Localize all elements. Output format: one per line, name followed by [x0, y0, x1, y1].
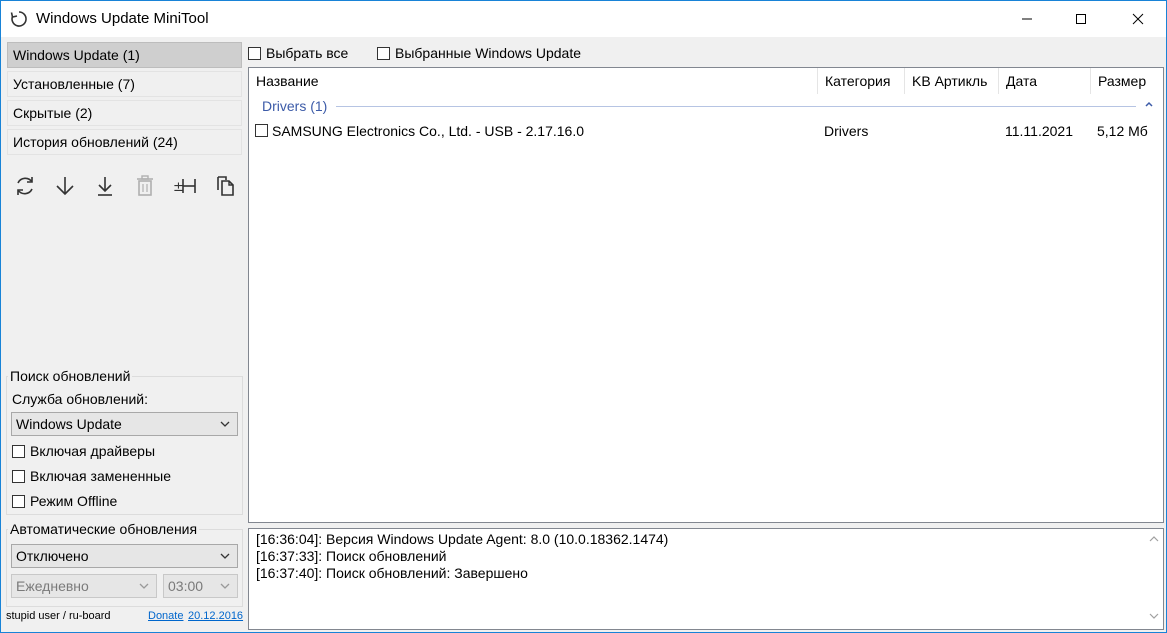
- time-dropdown: 03:00: [163, 574, 238, 598]
- chevron-down-icon: [220, 583, 230, 589]
- collapse-icon[interactable]: [1144, 99, 1154, 109]
- version-date-link[interactable]: 20.12.2016: [188, 610, 243, 622]
- search-group-label: Поиск обновлений: [8, 368, 133, 384]
- title-bar: Windows Update MiniTool: [1, 1, 1166, 37]
- select-all-label: Выбрать все: [266, 45, 349, 61]
- column-header-kb[interactable]: KB Артикль: [905, 68, 999, 94]
- include-superseded-label: Включая замененные: [30, 468, 171, 484]
- maximize-button[interactable]: [1058, 1, 1104, 37]
- minimize-button[interactable]: [1004, 1, 1050, 37]
- download-icon[interactable]: [52, 173, 78, 199]
- selected-wu-checkbox[interactable]: Выбранные Windows Update: [377, 45, 581, 61]
- auto-mode-dropdown[interactable]: Отключено: [11, 544, 238, 568]
- delete-icon: [132, 173, 158, 199]
- log-line: [16:36:04]: Версия Windows Update Agent:…: [256, 531, 669, 547]
- updates-list: Название Категория KB Артикль Дата Разме…: [248, 67, 1164, 523]
- column-header-name[interactable]: Название: [249, 68, 818, 94]
- group-header-drivers[interactable]: Drivers (1): [262, 98, 327, 114]
- chevron-down-icon: [220, 553, 230, 559]
- service-dropdown-value: Windows Update: [16, 416, 122, 432]
- hide-icon[interactable]: ±: [172, 173, 198, 199]
- window-title: Windows Update MiniTool: [36, 10, 209, 27]
- offline-mode-label: Режим Offline: [30, 493, 118, 509]
- include-drivers-label: Включая драйверы: [30, 443, 156, 459]
- log-line: [16:37:40]: Поиск обновлений: Завершено: [256, 565, 528, 581]
- selected-wu-label: Выбранные Windows Update: [395, 45, 582, 61]
- row-name[interactable]: SAMSUNG Electronics Co., Ltd. - USB - 2.…: [272, 123, 584, 139]
- log-line: [16:37:33]: Поиск обновлений: [256, 548, 447, 564]
- checkbox-box[interactable]: [12, 444, 25, 458]
- scroll-down-icon[interactable]: [1149, 611, 1159, 621]
- donate-link[interactable]: Donate: [148, 610, 183, 622]
- nav-item-windows-update[interactable]: Windows Update (1): [7, 42, 242, 68]
- copy-icon[interactable]: [212, 173, 238, 199]
- scroll-up-icon[interactable]: [1149, 534, 1159, 544]
- checkbox-box[interactable]: [248, 46, 261, 60]
- offline-mode-checkbox[interactable]: Режим Offline: [12, 493, 117, 509]
- nav-item-hidden[interactable]: Скрытые (2): [7, 100, 242, 126]
- close-button[interactable]: [1115, 1, 1161, 37]
- minimize-icon: [1022, 18, 1032, 20]
- close-icon: [1132, 13, 1144, 25]
- schedule-dropdown: Ежедневно: [11, 574, 157, 598]
- group-divider: [336, 106, 1136, 107]
- row-checkbox[interactable]: [255, 124, 268, 137]
- nav-item-installed[interactable]: Установленные (7): [7, 71, 242, 97]
- column-header-category[interactable]: Категория: [818, 68, 905, 94]
- log-scrollbar[interactable]: [1146, 529, 1163, 629]
- row-date: 11.11.2021: [1005, 123, 1073, 139]
- refresh-icon[interactable]: [12, 173, 38, 199]
- include-drivers-checkbox[interactable]: Включая драйверы: [12, 443, 155, 459]
- time-value: 03:00: [168, 578, 204, 594]
- schedule-value: Ежедневно: [16, 578, 89, 594]
- maximize-icon: [1076, 14, 1086, 24]
- left-panel: Windows Update (1) Установленные (7) Скр…: [1, 37, 247, 632]
- auto-updates-label: Автоматические обновления: [8, 521, 200, 537]
- include-superseded-checkbox[interactable]: Включая замененные: [12, 468, 171, 484]
- column-header-date[interactable]: Дата: [999, 68, 1091, 94]
- checkbox-box[interactable]: [12, 494, 25, 508]
- install-icon[interactable]: [92, 173, 118, 199]
- app-refresh-icon: [9, 9, 29, 29]
- chevron-down-icon: [220, 421, 230, 427]
- column-header-size[interactable]: Размер: [1091, 68, 1151, 94]
- chevron-down-icon: [139, 583, 149, 589]
- service-label: Служба обновлений:: [12, 391, 148, 407]
- service-dropdown[interactable]: Windows Update: [11, 412, 238, 436]
- auto-mode-value: Отключено: [16, 548, 89, 564]
- app-window: Windows Update MiniTool Windows Update (…: [0, 0, 1167, 633]
- row-size: 5,12 Мб: [1097, 123, 1148, 139]
- checkbox-box[interactable]: [12, 469, 25, 483]
- nav-item-history[interactable]: История обновлений (24): [7, 129, 242, 155]
- credit-text: stupid user / ru-board: [6, 610, 111, 622]
- checkbox-box[interactable]: [377, 46, 390, 60]
- select-all-checkbox[interactable]: Выбрать все: [248, 45, 348, 61]
- row-category: Drivers: [824, 123, 869, 139]
- log-panel: [16:36:04]: Версия Windows Update Agent:…: [248, 528, 1164, 630]
